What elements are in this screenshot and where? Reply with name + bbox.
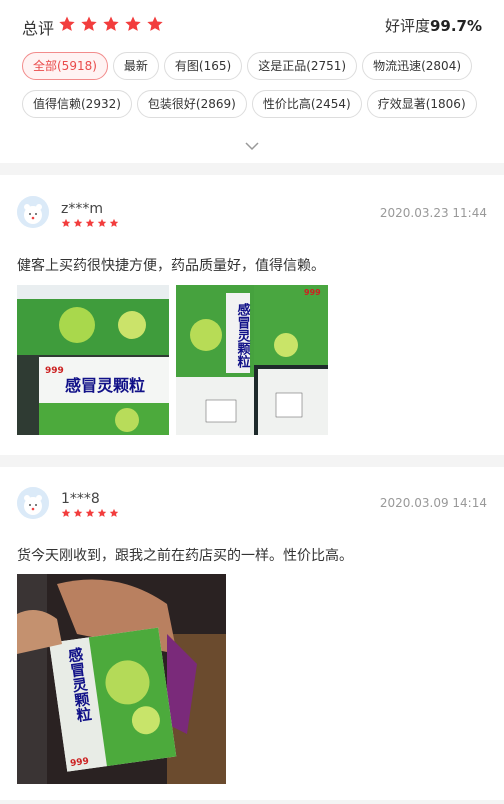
review-item: z***m 2020.03.23 11:44 健客上买药很快捷方便，药品质量好，…: [0, 175, 504, 455]
tag-value-for-money[interactable]: 性价比高(2454): [251, 90, 362, 118]
review-photo[interactable]: 999 感冒灵颗粒: [17, 285, 169, 435]
positive-rate: 好评度99.7%: [385, 15, 482, 36]
review-date: 2020.03.23 11:44: [379, 206, 487, 220]
star-icon: [61, 218, 71, 227]
tag-fast-delivery[interactable]: 物流迅速(2804): [362, 52, 473, 80]
star-icon: [125, 16, 141, 31]
positive-rate-value: 99.7%: [429, 17, 482, 35]
filter-tags: 全部(5918) 最新 有图(165) 这是正品(2751) 物流迅速(2804…: [22, 52, 492, 118]
star-icon: [97, 508, 107, 517]
review-username: 1***8: [61, 491, 100, 507]
tag-latest[interactable]: 最新: [112, 52, 159, 80]
review-text: 健客上买药很快捷方便，药品质量好，值得信赖。: [17, 258, 325, 274]
positive-rate-label: 好评度: [384, 17, 430, 35]
product-box-image: 感冒灵颗粒 999: [176, 285, 328, 435]
section-divider: [0, 800, 504, 804]
review-photo[interactable]: 感冒灵颗粒 999: [17, 574, 226, 784]
star-icon: [109, 508, 119, 517]
product-in-hand-image: 感冒灵颗粒 999: [17, 574, 226, 784]
section-divider: [0, 455, 504, 467]
review-stars: [61, 218, 119, 228]
star-icon: [59, 16, 75, 31]
tag-good-packaging[interactable]: 包装很好(2869): [136, 90, 247, 118]
star-icon: [85, 508, 95, 517]
review-photo[interactable]: 感冒灵颗粒 999: [176, 285, 328, 435]
tag-all[interactable]: 全部(5918): [22, 52, 108, 80]
review-date: 2020.03.09 14:14: [379, 496, 487, 510]
star-icon: [85, 218, 95, 227]
rating-summary: 总评 好评度99.7%: [0, 0, 504, 52]
product-box-image: 999 感冒灵颗粒: [17, 285, 169, 435]
review-text: 货今天刚收到，跟我之前在药店买的一样。性价比高。: [17, 548, 353, 564]
star-icon: [97, 218, 107, 227]
overall-stars: [58, 15, 164, 33]
product-text-vertical: 感冒灵颗粒: [235, 302, 251, 368]
star-icon: [103, 16, 119, 31]
summary-title: 总评: [22, 19, 55, 38]
star-icon: [73, 218, 83, 227]
tag-genuine[interactable]: 这是正品(2751): [247, 52, 358, 80]
tag-effective[interactable]: 疗效显著(1806): [366, 90, 477, 118]
star-icon: [147, 16, 163, 31]
bear-avatar-icon: [17, 196, 49, 228]
star-icon: [81, 16, 97, 31]
review-stars: [61, 508, 119, 518]
tag-with-photos[interactable]: 有图(165): [163, 52, 243, 80]
avatar[interactable]: [17, 487, 49, 519]
tag-trustworthy[interactable]: 值得信赖(2932): [22, 90, 132, 118]
brand-text: 999: [45, 366, 64, 376]
brand-text: 999: [304, 288, 321, 297]
star-icon: [109, 218, 119, 227]
product-text: 感冒灵颗粒: [65, 376, 145, 395]
section-divider: [0, 163, 504, 175]
avatar[interactable]: [17, 196, 49, 228]
review-item: 1***8 2020.03.09 14:14 货今天刚收到，跟我之前在药店买的一…: [0, 467, 504, 804]
star-icon: [73, 508, 83, 517]
review-username: z***m: [61, 201, 103, 217]
star-icon: [61, 508, 71, 517]
chevron-down-icon[interactable]: [243, 137, 261, 155]
bear-avatar-icon: [17, 487, 49, 519]
